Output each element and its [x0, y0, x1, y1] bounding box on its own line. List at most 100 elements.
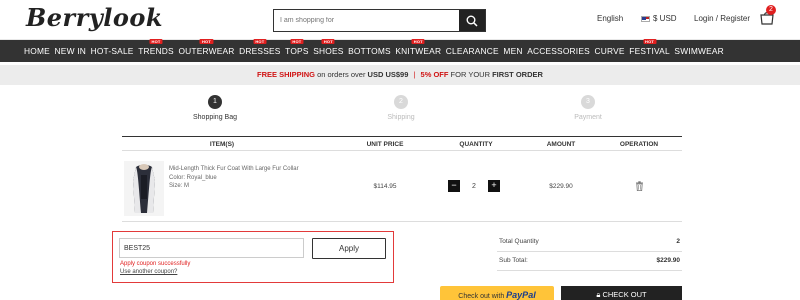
subtotal-label: Sub Total:	[499, 257, 528, 264]
promo-discount: 5% OFF	[420, 70, 449, 79]
search-input[interactable]	[274, 10, 459, 31]
main-nav: HOME NEW IN HOT-SALE HOT TRENDS HOT OUTERW…	[0, 39, 800, 62]
step-label: Shopping Bag	[193, 114, 237, 121]
nav-item-label: SHOES	[313, 46, 344, 56]
coupon-section: Apply Apply coupon successfully Use anot…	[112, 231, 394, 283]
unit-price: $114.95	[373, 183, 397, 190]
total-quantity-label: Total Quantity	[499, 238, 539, 245]
paypal-logo: PayPal	[506, 290, 536, 300]
nav-item-dresses[interactable]: HOT DRESSES	[239, 39, 281, 56]
nav-item-label: HOT-SALE	[90, 46, 134, 56]
login-register-link[interactable]: Login / Register	[694, 14, 750, 23]
apply-coupon-button[interactable]: Apply	[312, 238, 386, 259]
currency-selector[interactable]: $ USD	[641, 14, 677, 23]
promo-first-order: FIRST ORDER	[492, 70, 543, 79]
step-number: 1	[208, 95, 222, 109]
language-selector[interactable]: English	[597, 14, 623, 23]
nav-item-men[interactable]: MEN	[503, 46, 522, 56]
nav-item-label: BOTTOMS	[348, 46, 391, 56]
quantity-input[interactable]	[460, 180, 488, 192]
nav-item-tops[interactable]: HOT TOPS	[285, 39, 309, 56]
step-shopping-bag: 1 Shopping Bag	[185, 95, 245, 121]
decrease-quantity-button[interactable]: −	[448, 180, 460, 192]
cart-table-header: ITEM(S) UNIT PRICE QUANTITY AMOUNT OPERA…	[122, 136, 682, 151]
nav-item-clearance[interactable]: CLEARANCE	[446, 46, 499, 56]
nav-item-knitwear[interactable]: HOT KNITWEAR	[395, 39, 442, 56]
hot-badge: HOT	[253, 39, 267, 44]
promo-free-shipping: FREE SHIPPING	[257, 70, 315, 79]
hot-badge: HOT	[411, 39, 425, 44]
step-payment: 3 Payment	[558, 95, 618, 121]
total-quantity-row: Total Quantity 2	[497, 233, 682, 252]
step-number: 2	[394, 95, 408, 109]
nav-item-label: CLEARANCE	[445, 46, 499, 56]
line-amount: $229.90	[549, 183, 573, 190]
nav-item-outerwear[interactable]: HOT OUTERWEAR	[178, 39, 235, 56]
nav-item-shoes[interactable]: HOT SHOES	[313, 39, 344, 56]
total-quantity-value: 2	[676, 238, 680, 245]
increase-quantity-button[interactable]: +	[488, 180, 500, 192]
nav-item-label: TOPS	[285, 46, 309, 56]
search-bar	[273, 9, 486, 32]
paypal-checkout-button[interactable]: Check out with PayPal	[440, 286, 554, 300]
product-info: Mid-Length Thick Fur Coat With Large Fur…	[169, 165, 299, 191]
nav-item-curve[interactable]: CURVE	[595, 46, 625, 56]
nav-item-label: KNITWEAR	[395, 46, 442, 56]
nav-item-label: NEW IN	[54, 46, 86, 56]
nav-item-bottoms[interactable]: BOTTOMS	[348, 46, 391, 56]
subtotal-value: $229.90	[656, 257, 681, 264]
step-number: 3	[581, 95, 595, 109]
coupon-code-input[interactable]	[119, 238, 304, 258]
product-size: Size: M	[169, 183, 190, 189]
nav-item-label: TRENDS	[138, 46, 174, 56]
nav-item-new-in[interactable]: NEW IN	[55, 46, 86, 56]
promo-threshold: USD US$99	[367, 70, 409, 79]
nav-item-label: FESTIVAL	[629, 46, 670, 56]
checkout-button[interactable]: 🔒︎ CHECK OUT	[561, 286, 682, 300]
nav-item-label: CURVE	[594, 46, 625, 56]
step-label: Shipping	[387, 114, 415, 121]
hot-badge: HOT	[290, 39, 304, 44]
subtotal-row: Sub Total: $229.90	[497, 252, 682, 271]
lock-icon: 🔒︎	[596, 290, 601, 299]
nav-item-label: HOME	[24, 46, 50, 56]
fur-coat-image	[124, 161, 164, 216]
quantity-stepper: − +	[448, 180, 500, 192]
product-color: Color: Royal_blue	[169, 174, 217, 181]
nav-item-accessories[interactable]: ACCESSORIES	[527, 46, 590, 56]
hot-badge: HOT	[199, 39, 214, 44]
promo-separator: |	[413, 70, 416, 79]
trash-icon[interactable]	[635, 181, 644, 191]
nav-item-label: DRESSES	[239, 46, 281, 56]
header-amount: AMOUNT	[546, 141, 576, 148]
promo-for-your: FOR YOUR	[450, 70, 490, 79]
search-button[interactable]	[459, 10, 485, 31]
nav-item-home[interactable]: HOME	[24, 46, 50, 56]
checkout-label: CHECK OUT	[602, 290, 647, 299]
step-label: Payment	[574, 114, 602, 121]
promo-banner: FREE SHIPPING on orders over USD US$99 |…	[0, 65, 800, 85]
nav-item-hot-sale[interactable]: HOT-SALE	[91, 46, 134, 56]
nav-item-label: MEN	[503, 46, 523, 56]
hot-badge: HOT	[643, 39, 657, 44]
header-quantity: QUANTITY	[459, 141, 493, 148]
cart-item-row: Mid-Length Thick Fur Coat With Large Fur…	[122, 151, 682, 222]
step-shipping: 2 Shipping	[371, 95, 431, 121]
header-unit-price: UNIT PRICE	[366, 141, 404, 148]
site-logo[interactable]: Berrylook	[26, 3, 163, 32]
coupon-success-message: Apply coupon successfully	[120, 261, 191, 267]
nav-item-label: OUTERWEAR	[178, 46, 235, 56]
search-icon	[466, 15, 478, 27]
nav-item-festival[interactable]: HOT FESTIVAL	[629, 39, 670, 56]
product-name[interactable]: Mid-Length Thick Fur Coat With Large Fur…	[169, 165, 299, 174]
nav-item-swimwear[interactable]: SWIMWEAR	[674, 46, 724, 56]
nav-item-trends[interactable]: HOT TRENDS	[138, 39, 174, 56]
nav-item-label: ACCESSORIES	[527, 46, 590, 56]
hot-badge: HOT	[321, 39, 335, 44]
site-header: Berrylook English $ USD Login / Register…	[0, 0, 800, 40]
product-thumbnail[interactable]	[124, 161, 164, 216]
header-operation: OPERATION	[619, 141, 659, 148]
order-summary: Total Quantity 2 Sub Total: $229.90	[497, 233, 682, 271]
use-another-coupon-link[interactable]: Use another coupon?	[120, 269, 177, 275]
nav-item-label: SWIMWEAR	[674, 46, 724, 56]
